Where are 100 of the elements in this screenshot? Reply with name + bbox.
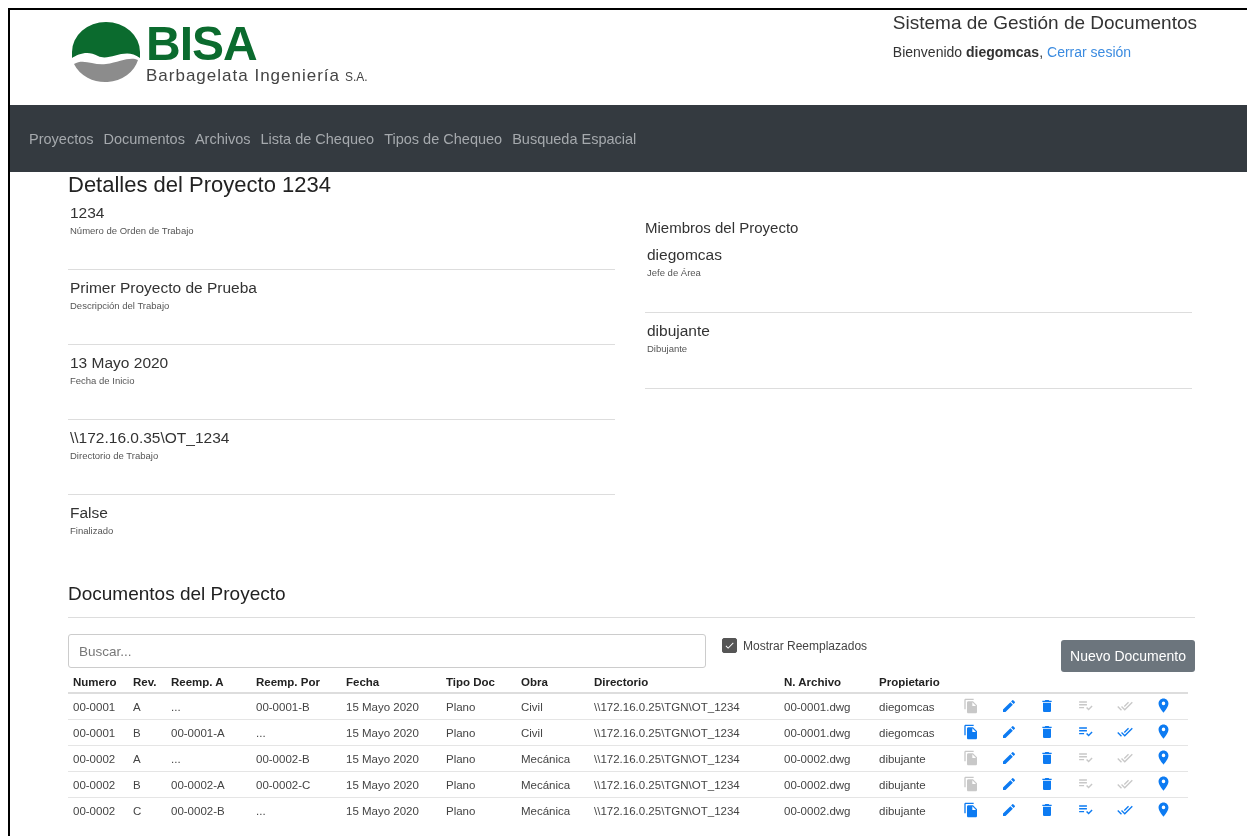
table-cell: 15 Mayo 2020 (341, 797, 441, 823)
table-cell: diegomcas (874, 693, 957, 720)
table-cell: 00-0001 (68, 693, 128, 720)
table-cell: dibujante (874, 745, 957, 772)
table-cell: Mecánica (516, 797, 589, 823)
member-role: Dibujante (647, 343, 689, 354)
column-header: Numero (68, 672, 128, 693)
table-cell: Plano (441, 771, 516, 798)
page-title: Detalles del Proyecto 1234 (68, 172, 332, 198)
table-cell: Mecánica (516, 745, 589, 772)
table-cell: A (128, 693, 166, 720)
edit-icon[interactable] (1001, 749, 1018, 766)
field-label: Número de Orden de Trabajo (70, 225, 195, 236)
edit-icon[interactable] (1001, 723, 1018, 740)
table-cell: 00-0002.dwg (779, 797, 874, 823)
edit-icon[interactable] (1001, 775, 1018, 792)
column-header: Rev. (128, 672, 166, 693)
table-cell: B (128, 719, 166, 746)
table-cell: 00-0002 (68, 771, 128, 798)
table-cell: 00-0001-B (251, 693, 341, 720)
nav-link[interactable]: Lista de Chequeo (260, 130, 375, 147)
brand-suffix: S.A. (345, 70, 368, 84)
copy-icon[interactable] (963, 801, 979, 818)
field-label: Directorio de Trabajo (70, 450, 160, 461)
table-cell: 00-0001 (68, 719, 128, 746)
table-cell: dibujante (874, 797, 957, 823)
column-header: Fecha (341, 672, 441, 693)
table-cell: ... (166, 745, 251, 772)
member-name: dibujante (647, 322, 711, 340)
table-cell: 00-0002.dwg (779, 745, 874, 772)
table-cell: ... (251, 719, 341, 746)
table-cell: 15 Mayo 2020 (341, 693, 441, 720)
field-value: Primer Proyecto de Prueba (70, 279, 258, 297)
table-cell: C (128, 797, 166, 823)
nav-link[interactable]: Tipos de Chequeo (384, 130, 503, 147)
table-cell: 15 Mayo 2020 (341, 745, 441, 772)
table-cell: 00-0001-A (166, 719, 251, 746)
table-cell: \\172.16.0.25\TGN\OT_1234 (589, 771, 779, 798)
table-cell: \\172.16.0.25\TGN\OT_1234 (589, 745, 779, 772)
table-cell: Plano (441, 797, 516, 823)
column-header: Tipo Doc (441, 672, 516, 693)
table-cell: Plano (441, 693, 516, 720)
greeting: Bienvenido diegomcas, (892, 44, 1044, 60)
column-header: Reemp. Por (251, 672, 341, 693)
table-cell: Civil (516, 719, 589, 746)
table-cell: 00-0002-A (166, 771, 251, 798)
table-cell: \\172.16.0.25\TGN\OT_1234 (589, 719, 779, 746)
table-cell: Mecánica (516, 771, 589, 798)
table-cell: 00-0001.dwg (779, 719, 874, 746)
table-cell: ... (166, 693, 251, 720)
field-label: Finalizado (70, 525, 115, 536)
table-cell: 00-0001.dwg (779, 693, 874, 720)
table-cell: 00-0002.dwg (779, 771, 874, 798)
nav-link[interactable]: Archivos (194, 130, 251, 147)
table-cell: A (128, 745, 166, 772)
field-label: Fecha de Inicio (70, 375, 136, 386)
table-cell: 00-0002 (68, 797, 128, 823)
table-cell: Plano (441, 745, 516, 772)
member-name: diegomcas (647, 246, 723, 264)
table-cell: 00-0002-B (166, 797, 251, 823)
checkbox[interactable] (722, 638, 737, 653)
checkbox-label: Mostrar Reemplazados (743, 638, 868, 653)
nav-link[interactable]: Busqueda Espacial (512, 130, 637, 147)
table-cell: dibujante (874, 771, 957, 798)
brand-name: BISA (146, 22, 257, 66)
table-cell: Plano (441, 719, 516, 746)
table-cell: 00-0002-B (251, 745, 341, 772)
field-value: 1234 (70, 204, 106, 222)
member-role: Jefe de Área (647, 267, 702, 278)
column-header: Propietario (874, 672, 957, 693)
logout-link[interactable]: Cerrar sesión (1047, 44, 1132, 60)
brand-subtitle: Barbagelata Ingeniería (146, 66, 341, 86)
table-cell: Civil (516, 693, 589, 720)
edit-icon[interactable] (1001, 697, 1018, 714)
new-document-button[interactable]: Nuevo Documento (1061, 640, 1195, 672)
field-value: False (70, 504, 109, 522)
table-cell: \\172.16.0.25\TGN\OT_1234 (589, 797, 779, 823)
field-value: \\172.16.0.35\OT_1234 (70, 429, 231, 447)
table-cell: ... (251, 797, 341, 823)
nav-link[interactable]: Documentos (103, 130, 185, 147)
nav-link[interactable]: Proyectos (29, 130, 94, 147)
edit-icon[interactable] (1001, 801, 1018, 818)
search-field[interactable]: Buscar... (68, 634, 706, 668)
table-cell: 15 Mayo 2020 (341, 771, 441, 798)
column-header: Obra (516, 672, 589, 693)
table-cell: diegomcas (874, 719, 957, 746)
table-cell: \\172.16.0.25\TGN\OT_1234 (589, 693, 779, 720)
field-label: Descripción del Trabajo (70, 300, 171, 311)
section-title: Documentos del Proyecto (68, 583, 1195, 618)
table-cell: B (128, 771, 166, 798)
members-title: Miembros del Proyecto (645, 219, 800, 236)
table-cell: 00-0002 (68, 745, 128, 772)
column-header: N. Archivo (779, 672, 874, 693)
app-title: Sistema de Gestión de Documentos (892, 12, 1197, 34)
table-cell: 15 Mayo 2020 (341, 719, 441, 746)
copy-icon[interactable] (963, 723, 979, 740)
column-header: Reemp. A (166, 672, 251, 693)
check-icon (724, 640, 735, 651)
column-header: Directorio (589, 672, 779, 693)
field-value: 13 Mayo 2020 (70, 354, 170, 372)
